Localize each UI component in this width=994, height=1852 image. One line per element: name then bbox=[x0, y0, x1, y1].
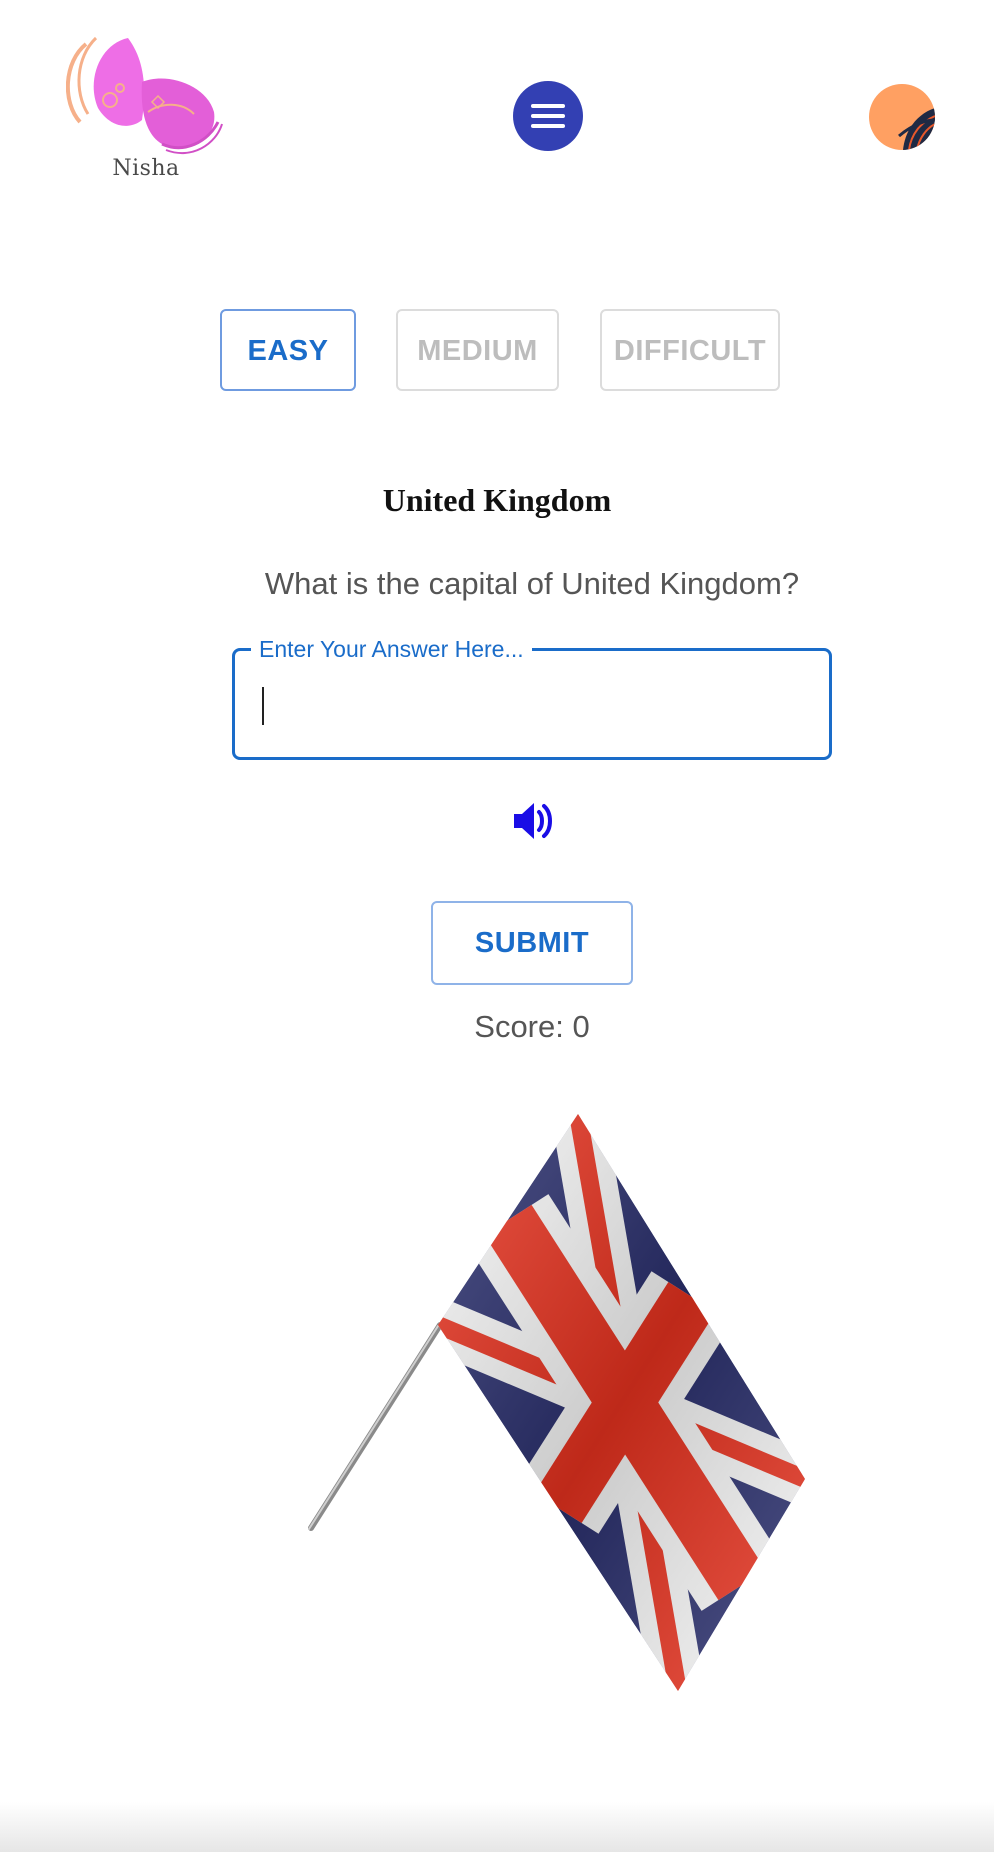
menu-button[interactable] bbox=[513, 81, 583, 151]
question-text: What is the capital of United Kingdom? bbox=[264, 566, 800, 601]
country-flag-image bbox=[300, 1100, 830, 1700]
volume-icon bbox=[514, 803, 552, 839]
text-caret bbox=[262, 687, 264, 725]
brand-logo[interactable]: Nisha bbox=[66, 32, 226, 192]
level-easy-button[interactable]: EASY bbox=[220, 309, 356, 391]
answer-field[interactable]: Enter Your Answer Here... bbox=[232, 635, 832, 760]
user-avatar[interactable] bbox=[869, 84, 935, 150]
submit-button[interactable]: SUBMIT bbox=[431, 901, 633, 985]
bottom-bar bbox=[0, 1802, 994, 1852]
country-name: United Kingdom bbox=[382, 482, 612, 518]
butterfly-logo-icon bbox=[66, 36, 223, 155]
score-text: Score: 0 bbox=[474, 1009, 590, 1044]
union-jack-flag-icon bbox=[308, 1114, 805, 1691]
logo-text: Nisha bbox=[112, 156, 180, 181]
user-avatar-icon bbox=[898, 108, 935, 150]
answer-label: Enter Your Answer Here... bbox=[251, 635, 532, 663]
hamburger-menu-icon bbox=[531, 104, 565, 128]
answer-input[interactable] bbox=[259, 675, 799, 731]
speak-button[interactable] bbox=[508, 799, 556, 843]
level-medium-button[interactable]: MEDIUM bbox=[396, 309, 559, 391]
level-difficult-button[interactable]: DIFFICULT bbox=[600, 309, 780, 391]
